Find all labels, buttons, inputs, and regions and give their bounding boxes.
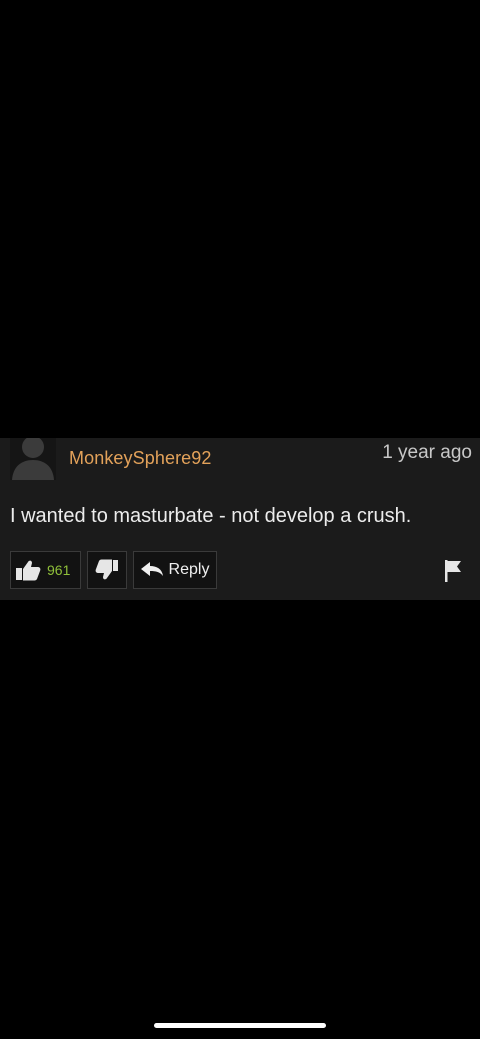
like-button[interactable]: 961: [10, 551, 81, 589]
avatar[interactable]: [10, 438, 56, 480]
flag-button[interactable]: [436, 552, 470, 590]
thumbs-down-icon: [95, 559, 118, 580]
reply-button[interactable]: Reply: [133, 551, 217, 589]
comment-actions: 961 Reply: [10, 551, 217, 593]
reply-label: Reply: [168, 561, 210, 578]
reply-arrow-icon: [140, 562, 163, 576]
comment-card: MonkeySphere92 1 year ago I wanted to ma…: [0, 438, 480, 600]
home-indicator[interactable]: [154, 1023, 326, 1028]
like-count: 961: [47, 562, 71, 578]
comment-text: I wanted to masturbate - not develop a c…: [10, 505, 412, 527]
flag-icon: [445, 560, 461, 582]
comment-timestamp: 1 year ago: [382, 442, 472, 463]
comment-username[interactable]: MonkeySphere92: [69, 448, 212, 469]
dislike-button[interactable]: [87, 551, 127, 589]
thumbs-up-icon: [16, 560, 41, 581]
user-avatar-placeholder-icon: [12, 438, 54, 480]
